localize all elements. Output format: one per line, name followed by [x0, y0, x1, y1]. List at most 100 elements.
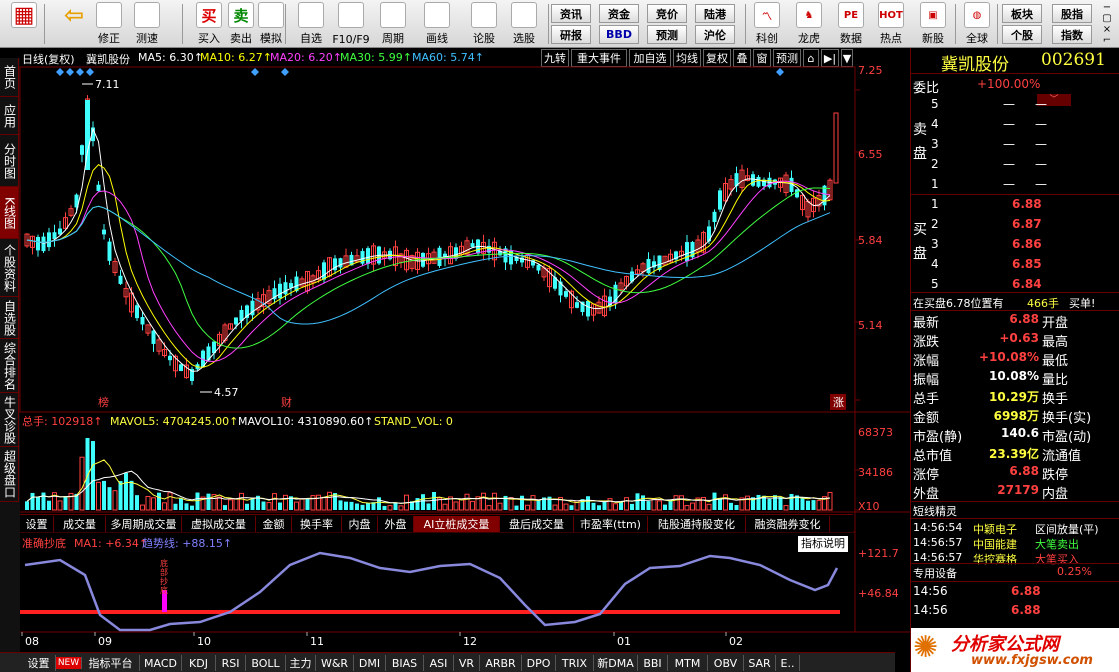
bankuai-button[interactable]: 板块	[1002, 4, 1042, 23]
indicator-btn-13[interactable]: ARBR	[480, 655, 522, 671]
chart-tool-1[interactable]: 重大事件	[571, 49, 627, 67]
indicator-btn-9[interactable]: DMI	[354, 655, 386, 671]
grid-tool[interactable]: ▦	[2, 2, 46, 46]
indicator-btn-3[interactable]: MACD	[140, 655, 182, 671]
chart-tool-3[interactable]: 均线	[673, 49, 701, 67]
globe-tool[interactable]: ◍ 全球	[958, 2, 996, 46]
indicator-btn-1[interactable]: NEW	[56, 657, 82, 669]
stat-label-2: 涨幅	[913, 354, 940, 369]
new-stock-tool[interactable]: ▣ 新股	[914, 2, 952, 46]
volume-tab-1[interactable]: 成交量	[54, 516, 106, 532]
side-tab-6[interactable]: 综合排名	[0, 339, 19, 393]
maximize-button[interactable]: ▢	[1098, 13, 1116, 24]
volume-tab-0[interactable]: 设置	[20, 516, 54, 532]
candle-body	[245, 305, 249, 318]
indicator-btn-12[interactable]: VR	[454, 655, 480, 671]
zhishu-button[interactable]: 指数	[1052, 25, 1092, 44]
guzhi-button[interactable]: 股指	[1052, 4, 1092, 23]
side-tab-1[interactable]: 应用	[0, 97, 19, 135]
data-tool[interactable]: PE 数据	[832, 2, 870, 46]
volume-tab-12[interactable]: 融资融券变化	[746, 516, 830, 532]
short-name-1[interactable]: 中国能建	[973, 536, 1017, 552]
volume-tab-5[interactable]: 换手率	[292, 516, 342, 532]
zixun-button[interactable]: 资讯	[551, 4, 591, 23]
clock-tool[interactable]: ◷ 测速	[128, 2, 166, 46]
indicator-btn-20[interactable]: SAR	[744, 655, 776, 671]
chart-tool-0[interactable]: 九转	[541, 49, 569, 67]
indicator-btn-4[interactable]: KDJ	[182, 655, 216, 671]
candle-body	[487, 245, 491, 253]
indicator-btn-14[interactable]: DPO	[522, 655, 556, 671]
lugang-button[interactable]: 陆港	[695, 4, 735, 23]
close-button[interactable]: ×	[1098, 24, 1116, 35]
volume-tab-10[interactable]: 市盈率(ttm)	[574, 516, 648, 532]
volume-tab-11[interactable]: 陆股通持股变化	[648, 516, 746, 532]
indicator-btn-6[interactable]: BOLL	[246, 655, 286, 671]
volume-tab-3[interactable]: 虚拟成交量	[182, 516, 256, 532]
candle-body	[145, 324, 151, 334]
indicator-btn-5[interactable]: RSI	[216, 655, 246, 671]
stat-value-3: 10.08%	[989, 369, 1039, 383]
chart-tool-4[interactable]: 复权	[703, 49, 731, 67]
period-label[interactable]: 日线(复权)	[22, 51, 75, 67]
minimize-button[interactable]: −	[1098, 2, 1116, 13]
volume-tab-9[interactable]: 盘后成交量	[500, 516, 574, 532]
indicator-btn-0[interactable]: 设置	[22, 655, 56, 671]
indicator-btn-19[interactable]: OBV	[708, 655, 744, 671]
period-tool[interactable]: ◔ 周期	[374, 2, 412, 46]
chart-tool-7[interactable]: 预测	[773, 49, 801, 67]
chart-tool-8[interactable]: ⌂	[803, 49, 819, 67]
volume-tab-7[interactable]: 外盘	[378, 516, 414, 532]
indicator-btn-8[interactable]: W&R	[316, 655, 354, 671]
up-arrow-tool[interactable]: ⇧ 修正	[90, 2, 128, 46]
indicator-btn-18[interactable]: MTM	[668, 655, 708, 671]
volume-tab-2[interactable]: 多周期成交量	[106, 516, 182, 532]
chart-tool-10[interactable]: ▼	[841, 49, 853, 67]
side-tab-5[interactable]: 自选股	[0, 297, 19, 339]
pin-button[interactable]: ⌐	[1098, 35, 1116, 46]
indicator-explain-button[interactable]: 指标说明	[798, 536, 848, 552]
side-tab-0[interactable]: 首页	[0, 58, 19, 97]
volume-tab-8[interactable]: AI立桩成交量	[414, 516, 500, 532]
indicator-btn-7[interactable]: 主力	[286, 655, 316, 671]
star-tool[interactable]: ★ 自选	[292, 2, 330, 46]
jingjia-button[interactable]: 竞价	[647, 4, 687, 23]
side-tab-7[interactable]: 牛叉诊股	[0, 393, 19, 447]
indicator-btn-15[interactable]: TRIX	[556, 655, 594, 671]
bbd-button[interactable]: BBD	[599, 25, 639, 44]
yanbao-button[interactable]: 研报	[551, 25, 591, 44]
kechuang-tool[interactable]: 〽科创	[748, 2, 786, 46]
indicator-btn-2[interactable]: 指标平台	[82, 655, 140, 671]
hot-tool[interactable]: HOT 热点	[872, 2, 910, 46]
zijin-button[interactable]: 资金	[599, 4, 639, 23]
volume-tab-4[interactable]: 金额	[256, 516, 292, 532]
indicator-btn-10[interactable]: BIAS	[386, 655, 424, 671]
chart-tool-2[interactable]: 加自选	[629, 49, 671, 67]
side-tab-3[interactable]: K线图	[0, 187, 19, 239]
yuce-button[interactable]: 预测	[647, 25, 687, 44]
side-tab-8[interactable]: 超级盘口	[0, 447, 19, 502]
short-name-0[interactable]: 中颖电子	[973, 521, 1017, 537]
indicator-btn-21[interactable]: E..	[776, 655, 800, 671]
side-tab-2[interactable]: 分时图	[0, 135, 19, 187]
candle-body	[773, 179, 777, 185]
chart-tool-9[interactable]: ▶|	[821, 49, 839, 67]
hulun-button[interactable]: 沪伦	[695, 25, 735, 44]
side-tab-4[interactable]: 个股资料	[0, 239, 19, 297]
industry-name[interactable]: 专用设备	[913, 565, 957, 581]
dragon-tiger-tool[interactable]: ♞ 龙虎	[790, 2, 828, 46]
pencil-tool[interactable]: ✎ 画线	[418, 2, 456, 46]
short-name-2[interactable]: 华控赛格	[973, 551, 1017, 567]
discuss-tool[interactable]: 论论股	[465, 2, 503, 46]
chart-tool-6[interactable]: 窗	[753, 49, 771, 67]
candle-body	[151, 330, 156, 344]
f10-tool[interactable]: ▤ F10/F9	[332, 2, 370, 46]
chart-tool-5[interactable]: 叠	[733, 49, 751, 67]
indicator-btn-17[interactable]: BBI	[638, 655, 668, 671]
select-stock-tool[interactable]: ◉ 选股	[505, 2, 543, 46]
volume-bar	[591, 502, 596, 510]
gegu-button[interactable]: 个股	[1002, 25, 1042, 44]
indicator-btn-11[interactable]: ASI	[424, 655, 454, 671]
volume-tab-6[interactable]: 内盘	[342, 516, 378, 532]
indicator-btn-16[interactable]: 新DMA	[594, 655, 638, 671]
